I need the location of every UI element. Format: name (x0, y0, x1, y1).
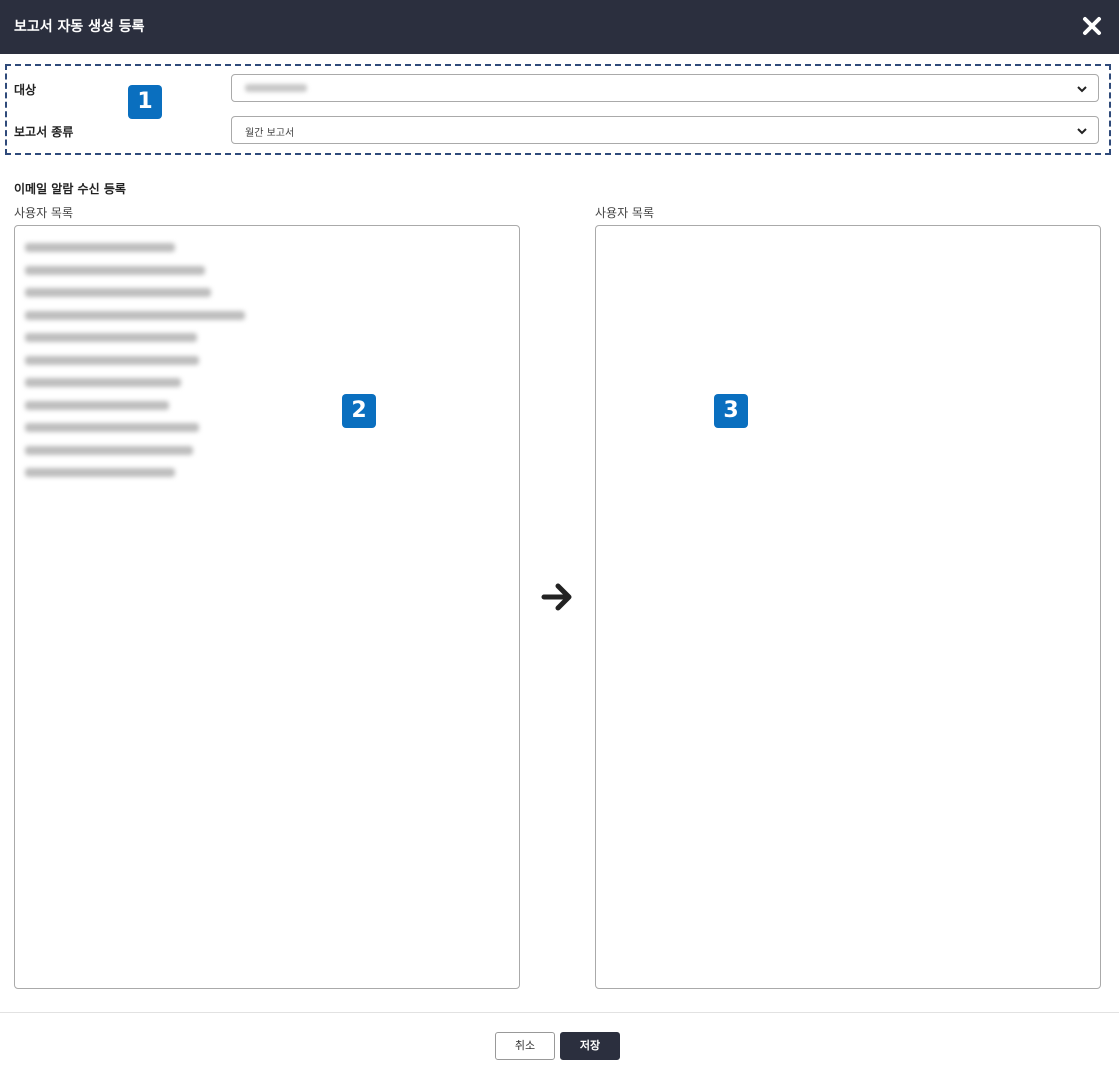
user-list-item[interactable] (25, 326, 519, 349)
arrow-right-icon[interactable] (540, 580, 574, 614)
user-list-item[interactable] (25, 281, 519, 304)
user-list-item[interactable] (25, 416, 519, 439)
footer-divider (0, 1012, 1119, 1013)
close-icon[interactable] (1081, 14, 1103, 38)
cancel-button[interactable]: 취소 (495, 1032, 555, 1060)
report-type-value: 월간 보고서 (245, 128, 295, 139)
user-list-item[interactable] (25, 394, 519, 417)
user-list-item[interactable] (25, 236, 519, 259)
redacted-email (25, 468, 175, 477)
user-list-item[interactable] (25, 304, 519, 327)
dialog-title: 보고서 자동 생성 등록 (14, 19, 145, 35)
redacted-email (25, 400, 169, 410)
redacted-email (25, 310, 245, 320)
right-list-label: 사용자 목록 (595, 206, 655, 220)
user-list-item[interactable] (25, 371, 519, 394)
chevron-down-icon (1077, 86, 1087, 93)
callout-badge-3: 3 (714, 394, 748, 428)
user-list-item[interactable] (25, 461, 519, 484)
redacted-email (25, 378, 181, 387)
redacted-email (25, 265, 205, 275)
redacted-email (25, 243, 175, 252)
user-list-item[interactable] (25, 349, 519, 372)
target-select-value (245, 84, 307, 92)
report-type-select[interactable]: 월간 보고서 (231, 116, 1099, 144)
report-type-label: 보고서 종류 (14, 125, 74, 139)
callout-badge-1: 1 (128, 85, 162, 119)
save-button[interactable]: 저장 (560, 1032, 620, 1060)
redacted-email (25, 288, 211, 297)
left-list-label: 사용자 목록 (14, 206, 74, 220)
redacted-email (25, 333, 197, 342)
target-label: 대상 (14, 83, 37, 97)
redacted-email (25, 445, 193, 455)
target-select[interactable] (231, 74, 1099, 102)
callout-badge-2: 2 (342, 394, 376, 428)
chevron-down-icon (1077, 128, 1087, 135)
user-list-available[interactable] (14, 225, 520, 989)
user-list-items (596, 226, 1100, 236)
dialog-header: 보고서 자동 생성 등록 (0, 0, 1119, 54)
user-list-selected[interactable] (595, 225, 1101, 989)
user-list-items (15, 226, 519, 484)
redacted-email (25, 355, 199, 365)
user-list-item[interactable] (25, 259, 519, 282)
user-list-item[interactable] (25, 439, 519, 462)
redacted-email (25, 423, 199, 432)
email-section-title: 이메일 알람 수신 등록 (14, 182, 126, 196)
